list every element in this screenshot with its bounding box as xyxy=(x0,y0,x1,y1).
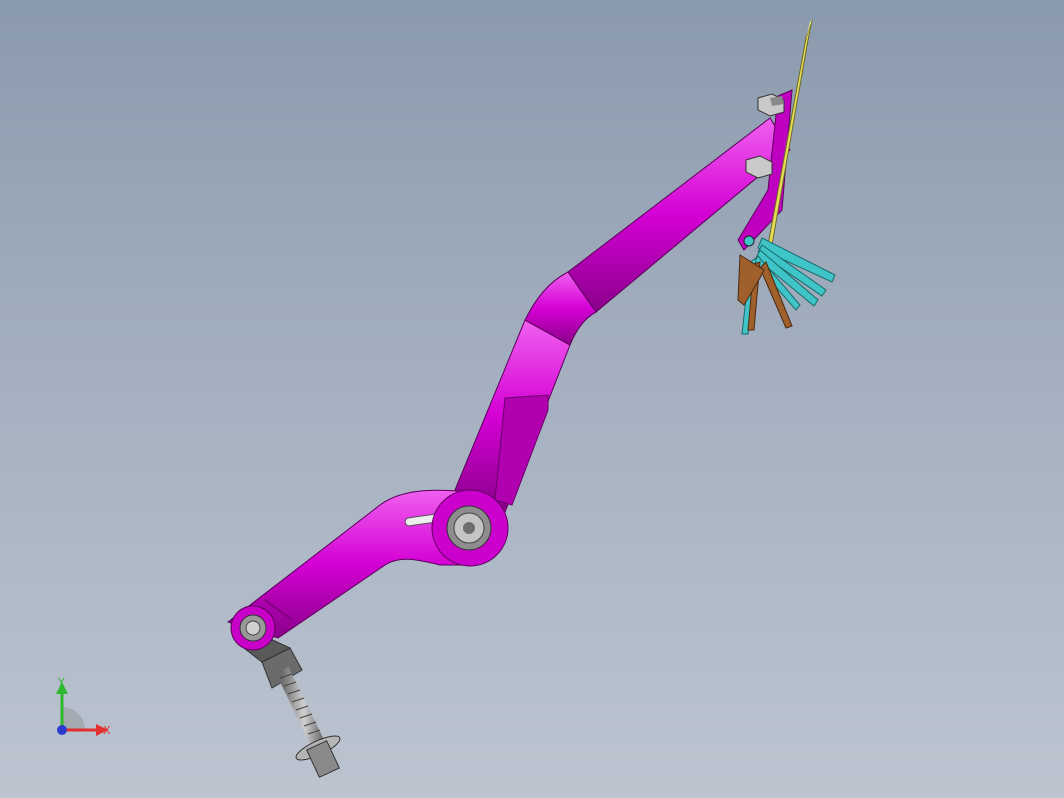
threaded-rod[interactable] xyxy=(239,634,343,778)
x-axis-label: X xyxy=(103,724,111,737)
axis-triad: Y X xyxy=(56,676,111,737)
model-scene[interactable] xyxy=(0,0,1064,798)
middle-pivot[interactable] xyxy=(431,489,509,567)
lower-pivot[interactable] xyxy=(230,605,276,651)
graphics-viewport[interactable]: Y X xyxy=(0,0,1064,798)
bracket-bolt-top[interactable] xyxy=(757,93,785,117)
y-axis-label: Y xyxy=(57,676,65,689)
vertical-tube[interactable] xyxy=(454,319,571,513)
z-axis-dot xyxy=(57,725,67,735)
tine-cluster[interactable] xyxy=(737,237,836,335)
